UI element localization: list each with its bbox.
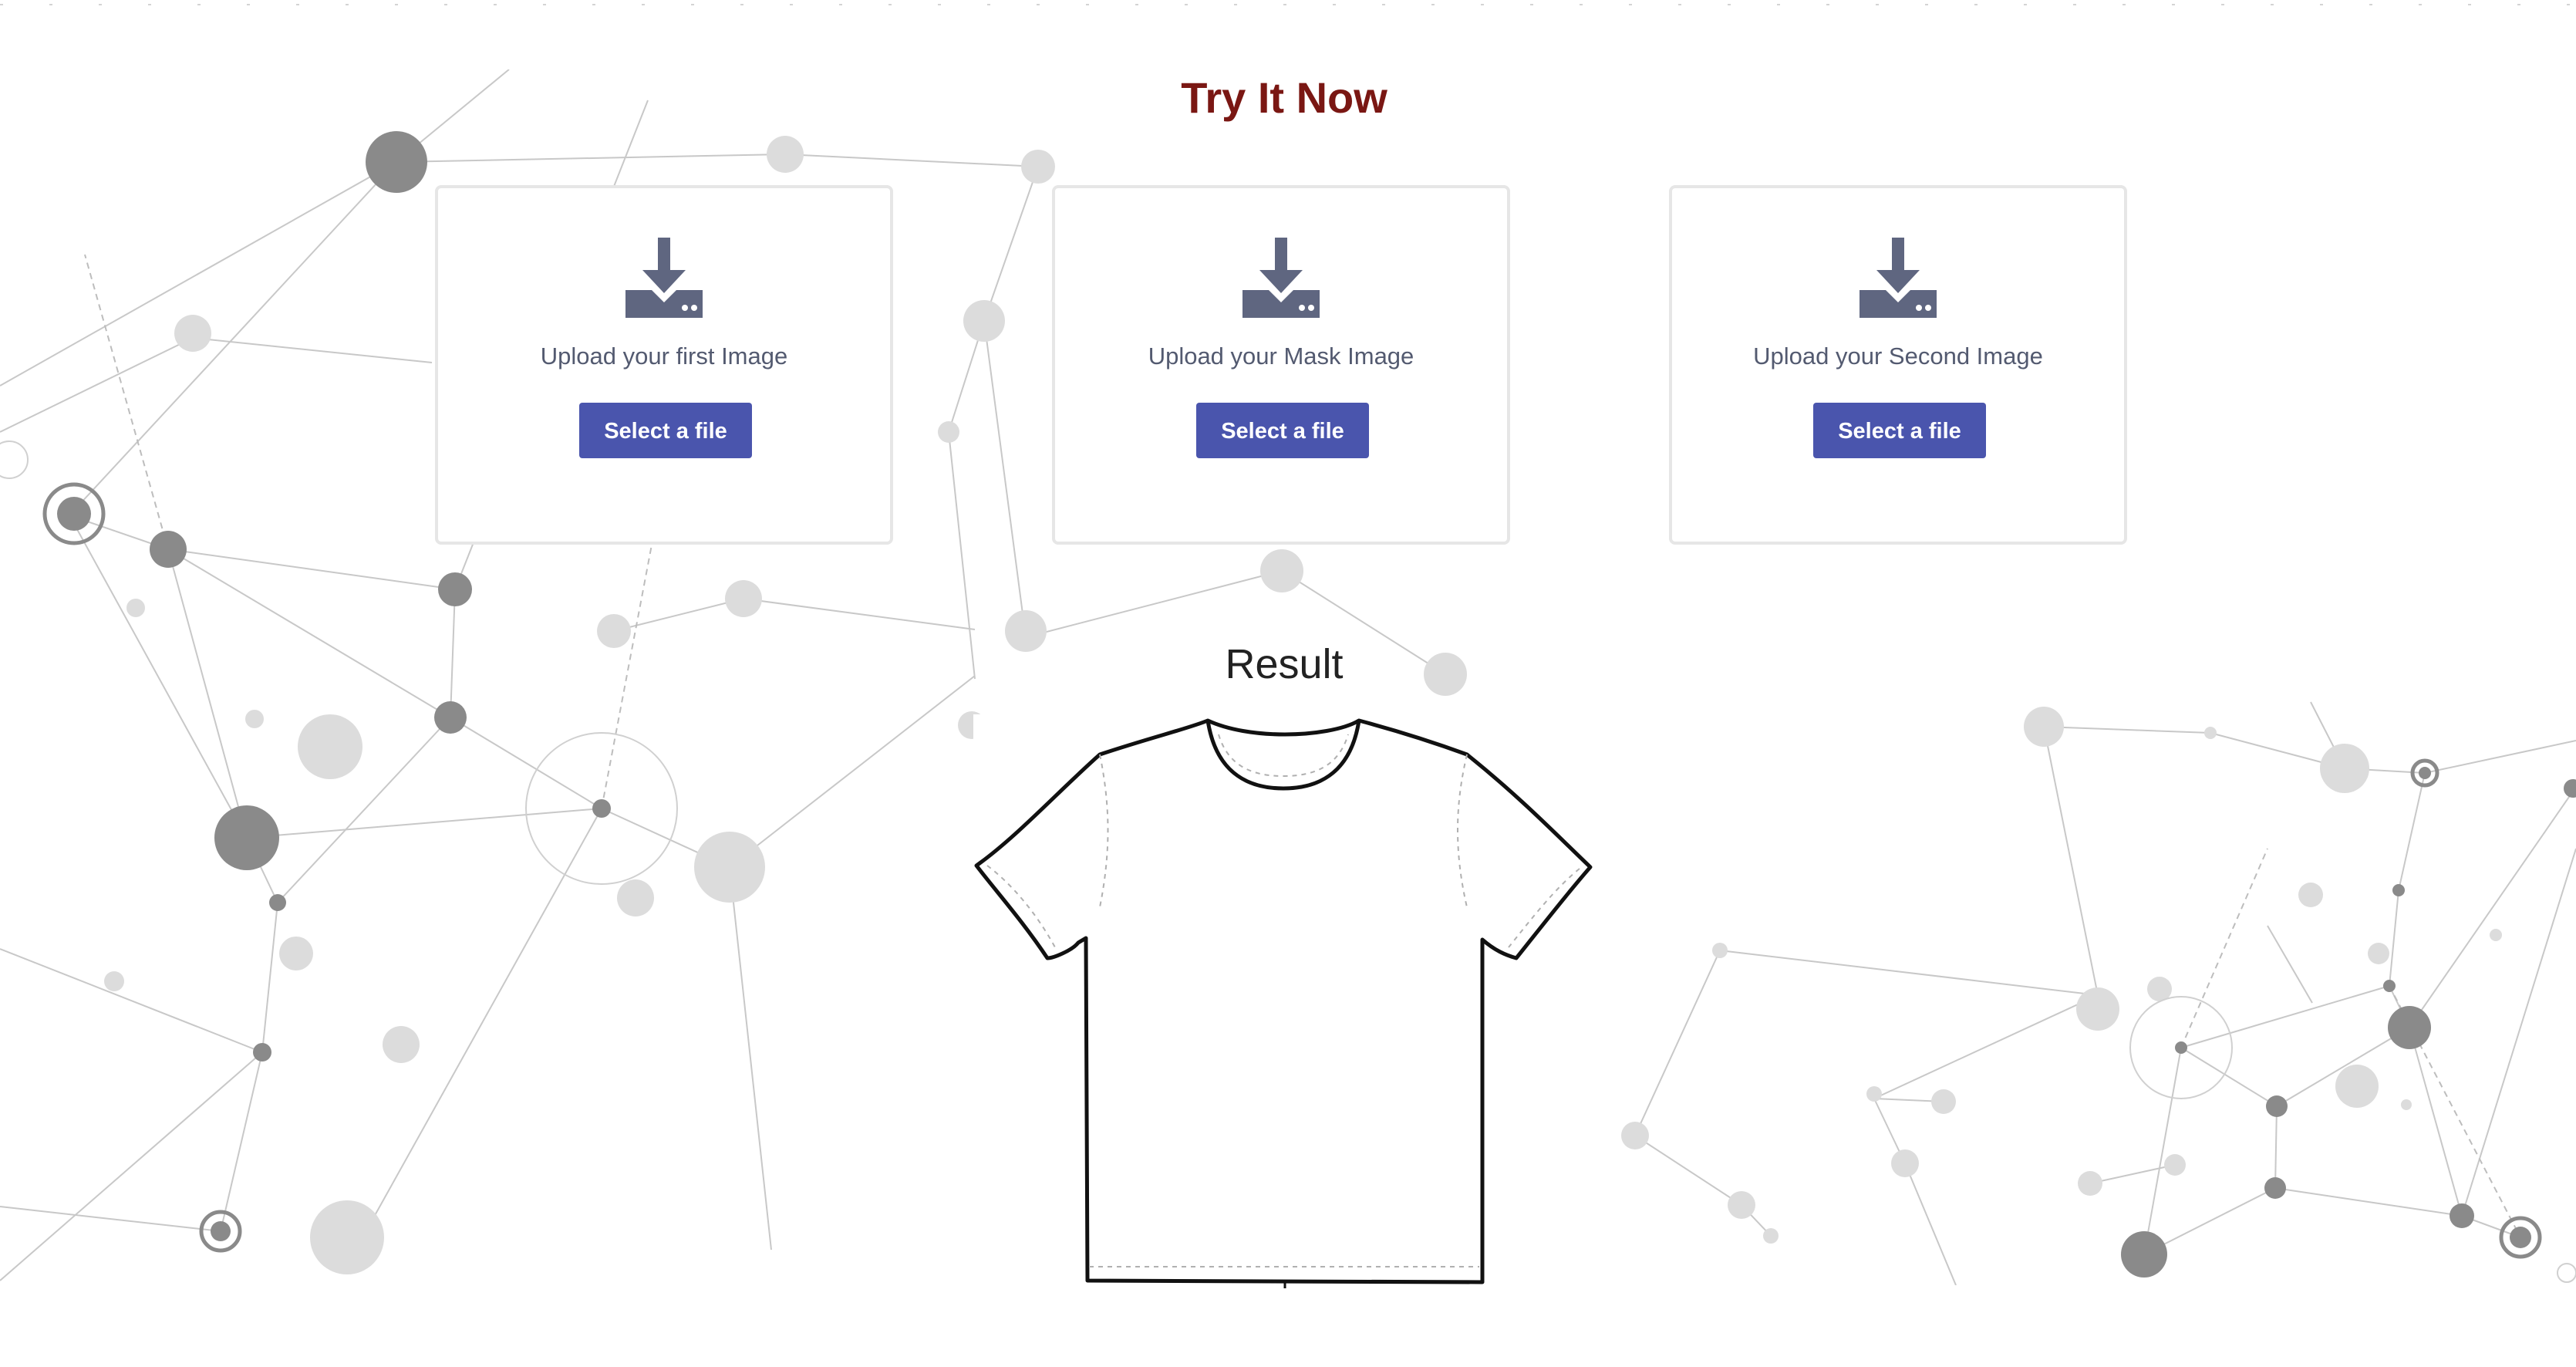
- header-band: [0, 8, 2576, 69]
- select-first-image-button[interactable]: Select a file: [579, 403, 752, 458]
- download-tray-icon: [625, 238, 703, 318]
- download-tray-icon: [1242, 238, 1320, 318]
- select-mask-image-button[interactable]: Select a file: [1196, 403, 1369, 458]
- result-tshirt-image: [974, 718, 1593, 1288]
- section-title: Try It Now: [1181, 73, 1387, 122]
- upload-second-image-label: Upload your Second Image: [1753, 343, 2043, 370]
- upload-first-image-label: Upload your first Image: [540, 343, 788, 370]
- footer-band: [0, 1285, 2576, 1367]
- upload-card-first-image: Upload your first Image Select a file: [435, 185, 893, 545]
- upload-card-second-image: Upload your Second Image Select a file: [1669, 185, 2127, 545]
- page: Try It Now Upload your first Image Selec…: [0, 0, 2576, 1367]
- upload-mask-image-label: Upload your Mask Image: [1148, 343, 1414, 370]
- download-tray-icon: [1860, 238, 1937, 318]
- select-second-image-button[interactable]: Select a file: [1813, 403, 1986, 458]
- upload-card-mask-image: Upload your Mask Image Select a file: [1052, 185, 1510, 545]
- result-heading: Result: [1225, 641, 1344, 687]
